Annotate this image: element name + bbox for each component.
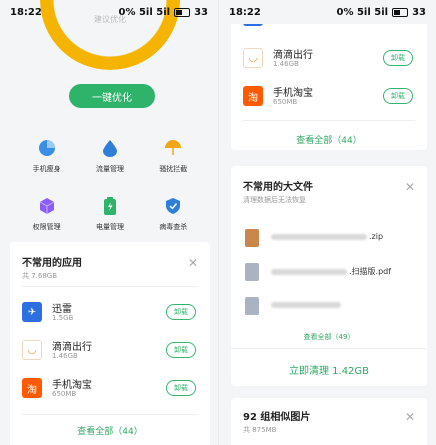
app-size: 1.5GB xyxy=(52,314,74,322)
didi-icon: ◡ xyxy=(243,48,263,68)
app-name: 滴滴出行 xyxy=(52,342,92,353)
zip-file-icon xyxy=(245,229,259,247)
app-name: 滴滴出行 xyxy=(273,50,313,61)
unused-apps-card: 不常用的应用 共 7.68GB ✕ ✈ 迅雷 1.5GB 卸载 ◡ 滴滴出行 1… xyxy=(10,242,210,445)
app-name: 手机淘宝 xyxy=(52,380,92,391)
taobao-icon: 淘 xyxy=(22,378,42,398)
app-row: ◡ 滴滴出行 1.46GB 卸载 xyxy=(10,336,210,368)
app-name: 手机淘宝 xyxy=(273,88,313,99)
uninstall-button[interactable]: 卸载 xyxy=(166,380,196,396)
app-size: 1.46GB xyxy=(52,352,78,360)
tool-label: 流量管理 xyxy=(95,165,124,173)
file-row[interactable]: .zip xyxy=(231,224,427,254)
redacted-filename xyxy=(271,301,341,308)
right-screen: ✈ 迅雷 1.5GB 卸载 ◡ 滴滴出行 1.46GB 卸载 淘 手机淘宝 65… xyxy=(218,0,436,445)
one-click-optimize-button[interactable]: 一键优化 xyxy=(69,84,155,108)
battery-icon xyxy=(392,7,409,17)
app-name: 迅雷 xyxy=(52,304,72,315)
view-all-files-link[interactable]: 查看全部（49） xyxy=(231,332,427,342)
umbrella-icon xyxy=(163,138,183,158)
pie-chart-icon xyxy=(37,138,57,158)
card-subtitle: 共 875MB xyxy=(243,426,277,434)
tool-virus-scan[interactable]: 病毒查杀 xyxy=(142,196,205,232)
signal-indicator: 0% 5il 5il xyxy=(336,6,389,18)
card-title: 不常用的应用 xyxy=(22,258,82,269)
didi-icon: ◡ xyxy=(22,340,42,360)
app-size: 650MB xyxy=(273,98,298,106)
document-icon xyxy=(245,297,259,315)
tool-harassment-block[interactable]: 骚扰拦截 xyxy=(142,138,205,174)
large-files-card: 不常用的大文件 清理数据后无法恢复 ✕ .zip .扫描版.pdf 查看全部（4… xyxy=(231,166,427,386)
left-screen: 建议优化 18:22 0% 5il 5il 33 一键优化 手机瘦身 流量管理 xyxy=(0,0,218,445)
close-icon[interactable]: ✕ xyxy=(405,180,415,194)
tool-label: 骚扰拦截 xyxy=(159,165,188,173)
uninstall-button[interactable]: 卸载 xyxy=(166,342,196,358)
xunlei-icon: ✈ xyxy=(22,302,42,322)
close-icon[interactable]: ✕ xyxy=(405,410,415,424)
file-row[interactable] xyxy=(231,292,427,322)
file-extension: .扫描版.pdf xyxy=(349,267,392,276)
file-row[interactable]: .扫描版.pdf xyxy=(231,258,427,288)
clean-now-button[interactable]: 立即清理 1.42GB xyxy=(231,362,427,377)
uninstall-button[interactable]: 卸载 xyxy=(383,88,413,104)
tool-label: 手机瘦身 xyxy=(32,165,61,173)
tool-label: 病毒查杀 xyxy=(159,223,188,231)
tool-label: 权限管理 xyxy=(32,223,61,231)
app-row: ✈ 迅雷 1.5GB 卸载 xyxy=(10,298,210,330)
uninstall-button[interactable]: 卸载 xyxy=(383,50,413,66)
signal-indicator: 0% 5il 5il xyxy=(118,6,171,18)
battery-icon xyxy=(100,196,120,216)
battery-icon xyxy=(174,7,191,17)
taobao-icon: 淘 xyxy=(243,86,263,106)
redacted-filename xyxy=(271,233,367,240)
card-subtitle: 共 7.68GB xyxy=(22,272,58,280)
app-size: 1.46GB xyxy=(273,60,299,68)
document-icon xyxy=(245,263,259,281)
file-extension: .zip xyxy=(369,232,384,241)
battery-level: 33 xyxy=(194,6,208,18)
tool-label: 电量管理 xyxy=(95,223,124,231)
status-time: 18:22 xyxy=(10,6,42,18)
cube-icon xyxy=(37,196,57,216)
view-all-apps-link[interactable]: 查看全部（44） xyxy=(10,424,210,437)
app-size: 650MB xyxy=(52,390,77,398)
close-icon[interactable]: ✕ xyxy=(188,256,198,270)
view-all-apps-link[interactable]: 查看全部（44） xyxy=(231,133,427,146)
app-row: 淘 手机淘宝 650MB 卸载 xyxy=(10,374,210,406)
app-row: 淘 手机淘宝 650MB 卸载 xyxy=(231,82,427,114)
battery-level: 33 xyxy=(412,6,426,18)
tool-traffic[interactable]: 流量管理 xyxy=(78,138,141,174)
tools-grid: 手机瘦身 流量管理 骚扰拦截 权限管理 电量管理 病毒查杀 xyxy=(15,138,205,232)
tool-phone-slim[interactable]: 手机瘦身 xyxy=(15,138,78,174)
redacted-filename xyxy=(271,268,347,275)
app-row: ◡ 滴滴出行 1.46GB 卸载 xyxy=(231,44,427,76)
status-bar: 18:22 0% 5il 5il 33 xyxy=(219,0,436,24)
shield-icon xyxy=(163,196,183,216)
tool-battery[interactable]: 电量管理 xyxy=(78,196,141,232)
card-subtitle: 清理数据后无法恢复 xyxy=(243,196,306,204)
card-title: 92 组相似图片 xyxy=(243,412,311,423)
uninstall-button[interactable]: 卸载 xyxy=(166,304,196,320)
similar-photos-card: 92 组相似图片 共 875MB ✕ xyxy=(231,398,427,445)
tool-permissions[interactable]: 权限管理 xyxy=(15,196,78,232)
status-bar: 18:22 0% 5il 5il 33 xyxy=(0,0,218,24)
card-title: 不常用的大文件 xyxy=(243,182,313,193)
status-time: 18:22 xyxy=(229,6,261,18)
water-drop-icon xyxy=(100,138,120,158)
